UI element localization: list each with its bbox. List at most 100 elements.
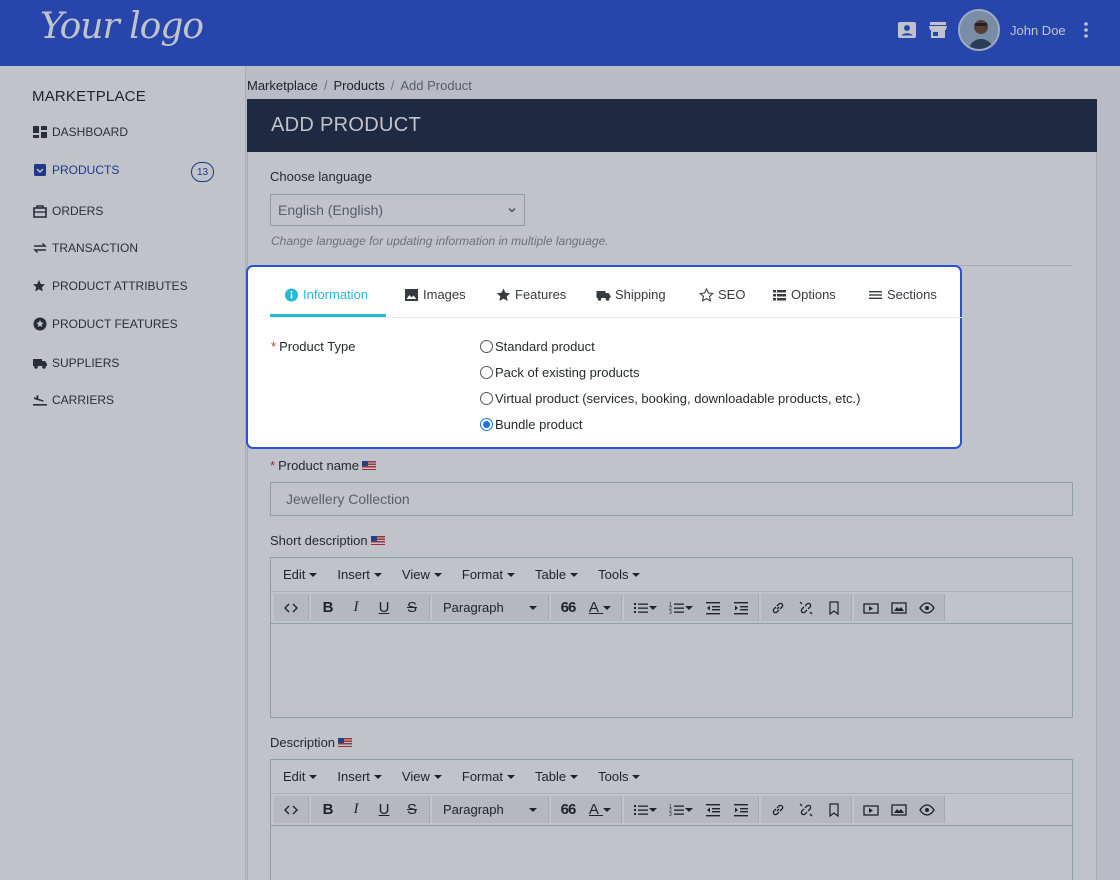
breadcrumb-products[interactable]: Products	[333, 78, 384, 93]
language-select[interactable]: English (English)	[270, 194, 525, 226]
radio-input[interactable]	[480, 340, 493, 353]
menu-insert[interactable]: Insert	[337, 567, 382, 582]
tab-images[interactable]: Images	[404, 287, 466, 302]
link-icon[interactable]	[764, 797, 792, 823]
radio-bundle-product[interactable]: Bundle product	[480, 417, 582, 432]
tab-seo[interactable]: SEO	[699, 287, 745, 302]
tabs-divider	[272, 317, 962, 318]
tab-sections[interactable]: Sections	[868, 287, 937, 302]
tab-shipping[interactable]: Shipping	[596, 287, 666, 302]
product-name-input[interactable]	[270, 482, 1073, 516]
sidebar-item-label: PRODUCTS	[52, 163, 120, 177]
preview-icon[interactable]	[913, 595, 941, 621]
menu-tools[interactable]: Tools	[598, 769, 641, 784]
menu-table[interactable]: Table	[535, 567, 579, 582]
sidebar-item-label: ORDERS	[52, 204, 104, 218]
radio-standard-product[interactable]: Standard product	[480, 339, 595, 354]
radio-input[interactable]	[480, 366, 493, 379]
strikethrough-button[interactable]: S	[398, 595, 426, 621]
numbered-list-icon[interactable]: 123	[663, 595, 699, 621]
star-edit-icon	[33, 280, 45, 292]
bookmark-icon[interactable]	[820, 595, 848, 621]
underline-button[interactable]: U	[370, 797, 398, 823]
breadcrumb-marketplace[interactable]: Marketplace	[247, 78, 318, 93]
short-description-content[interactable]	[271, 624, 1072, 717]
sidebar-item-label: TRANSACTION	[52, 241, 139, 255]
italic-button[interactable]: I	[342, 797, 370, 823]
menu-edit[interactable]: Edit	[283, 567, 318, 582]
format-select[interactable]: Paragraph	[435, 595, 545, 621]
tab-options[interactable]: Options	[772, 287, 836, 302]
menu-view[interactable]: View	[402, 769, 442, 784]
sidebar-item-label: CARRIERS	[52, 393, 115, 407]
more-vertical-icon[interactable]	[1080, 20, 1092, 40]
source-code-icon[interactable]	[277, 797, 305, 823]
sidebar-item-carriers[interactable]: CARRIERS	[32, 390, 114, 410]
contact-card-icon[interactable]	[897, 21, 917, 39]
radio-input[interactable]	[480, 392, 493, 405]
product-name-label: * Product name	[270, 458, 376, 473]
italic-button[interactable]: I	[342, 595, 370, 621]
sidebar-item-label: PRODUCT FEATURES	[52, 317, 178, 331]
text-color-button[interactable]: A	[582, 595, 618, 621]
unlink-icon[interactable]	[792, 797, 820, 823]
sidebar-item-suppliers[interactable]: SUPPLIERS	[32, 353, 119, 373]
menu-table[interactable]: Table	[535, 769, 579, 784]
menu-format[interactable]: Format	[462, 769, 516, 784]
tab-information[interactable]: Information	[284, 287, 368, 302]
sidebar-item-orders[interactable]: ORDERS	[32, 201, 103, 221]
blockquote-button[interactable]: 66	[554, 595, 582, 621]
underline-button[interactable]: U	[370, 595, 398, 621]
media-icon[interactable]	[857, 595, 885, 621]
sidebar-item-product-features[interactable]: PRODUCT FEATURES	[32, 314, 178, 334]
sidebar-item-product-attributes[interactable]: PRODUCT ATTRIBUTES	[32, 276, 188, 296]
sidebar-item-transaction[interactable]: TRANSACTION	[32, 238, 138, 258]
sidebar-item-dashboard[interactable]: DASHBOARD	[32, 122, 128, 142]
editor-menubar: Edit Insert View Format Table Tools	[271, 558, 1072, 591]
truck-icon	[33, 359, 47, 369]
indent-icon[interactable]	[727, 797, 755, 823]
format-select[interactable]: Paragraph	[435, 797, 545, 823]
store-icon[interactable]	[928, 21, 948, 39]
bullet-list-icon[interactable]	[627, 595, 663, 621]
numbered-list-icon[interactable]: 123	[663, 797, 699, 823]
menu-tools[interactable]: Tools	[598, 567, 641, 582]
indent-icon[interactable]	[727, 595, 755, 621]
logo[interactable]: Your logo	[40, 6, 204, 47]
description-editor: Edit Insert View Format Table Tools B I …	[270, 759, 1073, 880]
orders-icon	[33, 205, 47, 218]
preview-icon[interactable]	[913, 797, 941, 823]
blockquote-button[interactable]: 66	[554, 797, 582, 823]
star-outline-icon	[699, 287, 714, 302]
description-label: Description	[270, 735, 353, 750]
image-icon[interactable]	[885, 797, 913, 823]
text-color-button[interactable]: A	[582, 797, 618, 823]
outdent-icon[interactable]	[699, 797, 727, 823]
star-icon	[496, 288, 511, 301]
image-icon[interactable]	[885, 595, 913, 621]
menu-edit[interactable]: Edit	[283, 769, 318, 784]
transfer-icon	[33, 242, 47, 254]
bold-button[interactable]: B	[314, 797, 342, 823]
bullet-list-icon[interactable]	[627, 797, 663, 823]
short-description-label: Short description	[270, 533, 385, 548]
sidebar-item-products[interactable]: PRODUCTS	[32, 160, 119, 180]
editor-menubar: Edit Insert View Format Table Tools	[271, 760, 1072, 793]
bold-button[interactable]: B	[314, 595, 342, 621]
strikethrough-button[interactable]: S	[398, 797, 426, 823]
radio-pack-product[interactable]: Pack of existing products	[480, 365, 640, 380]
radio-virtual-product[interactable]: Virtual product (services, booking, down…	[480, 391, 860, 406]
unlink-icon[interactable]	[792, 595, 820, 621]
menu-view[interactable]: View	[402, 567, 442, 582]
outdent-icon[interactable]	[699, 595, 727, 621]
bookmark-icon[interactable]	[820, 797, 848, 823]
tab-features[interactable]: Features	[496, 287, 566, 302]
user-name[interactable]: John Doe	[1010, 23, 1066, 38]
menu-format[interactable]: Format	[462, 567, 516, 582]
source-code-icon[interactable]	[277, 595, 305, 621]
menu-insert[interactable]: Insert	[337, 769, 382, 784]
link-icon[interactable]	[764, 595, 792, 621]
media-icon[interactable]	[857, 797, 885, 823]
radio-input[interactable]	[480, 418, 493, 431]
avatar[interactable]	[958, 9, 1000, 51]
